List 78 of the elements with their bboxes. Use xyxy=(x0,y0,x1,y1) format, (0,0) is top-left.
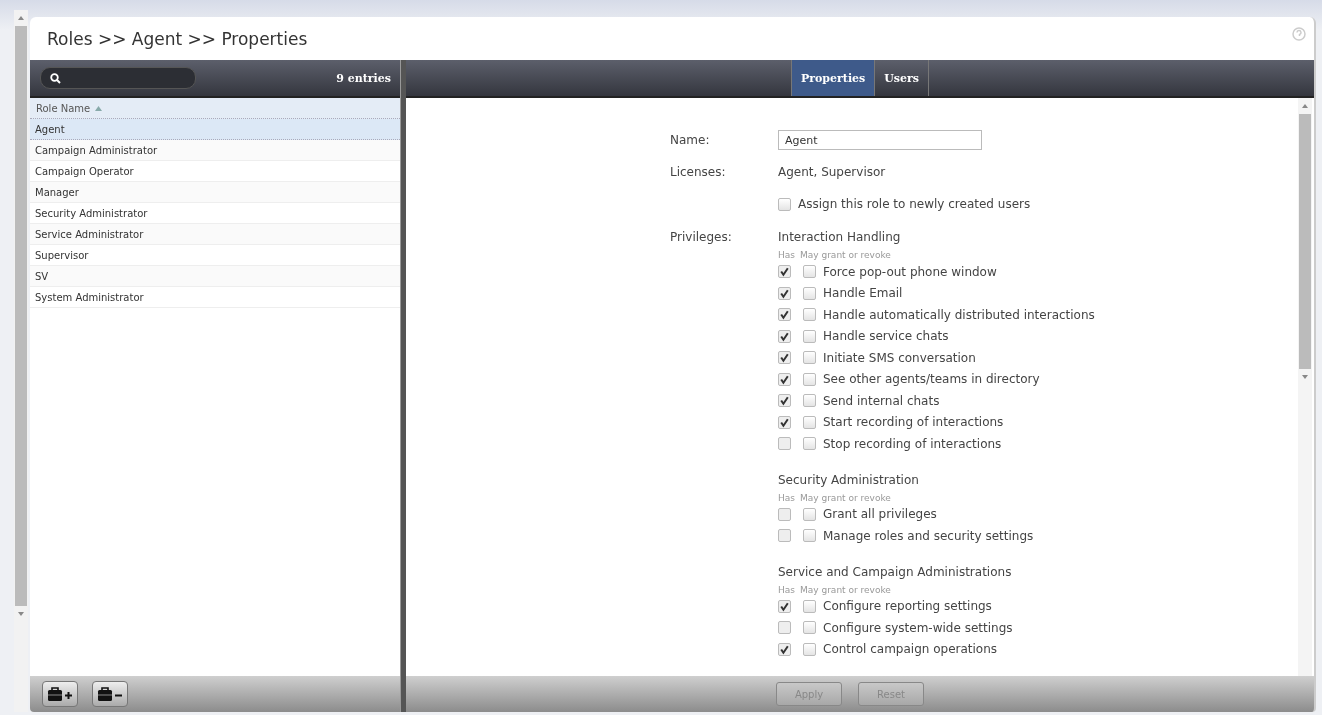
column-label: May grant or revoke xyxy=(800,250,891,260)
privilege-label: Initiate SMS conversation xyxy=(823,350,976,365)
field-label: Licenses: xyxy=(670,165,727,179)
column-header[interactable]: Role Name xyxy=(30,98,400,119)
grant-checkbox[interactable] xyxy=(803,599,816,613)
privilege-label: Configure system-wide settings xyxy=(823,620,1013,635)
help-icon[interactable] xyxy=(1292,27,1306,41)
privilege-label: Handle service chats xyxy=(823,329,949,344)
privilege-label: Force pop-out phone window xyxy=(823,264,997,279)
column-label: Has xyxy=(778,492,795,503)
has-checkbox[interactable] xyxy=(778,621,791,635)
grant-checkbox[interactable] xyxy=(803,372,816,386)
role-row[interactable]: SV xyxy=(30,266,400,287)
assign-checkbox[interactable] xyxy=(778,197,791,211)
column-label: May grant or revoke xyxy=(800,584,891,595)
has-checkbox[interactable] xyxy=(778,437,791,451)
privilege-label: Handle Email xyxy=(823,286,903,301)
privilege-label: Manage roles and security settings xyxy=(823,528,1034,543)
tab[interactable]: Users xyxy=(874,60,930,96)
field-label: Privileges: xyxy=(670,230,733,244)
role-row[interactable]: System Administrator xyxy=(30,287,400,308)
add-role-button[interactable] xyxy=(42,681,78,707)
grant-checkbox[interactable] xyxy=(803,529,816,543)
has-checkbox[interactable] xyxy=(778,351,791,365)
privilege-label: Handle automatically distributed interactions xyxy=(823,307,1095,322)
grant-checkbox[interactable] xyxy=(803,394,816,408)
has-checkbox[interactable] xyxy=(778,507,791,521)
checkbox-label: Assign this role to newly created users xyxy=(798,197,1031,211)
privilege-label: Control campaign operations xyxy=(823,642,998,657)
privilege-label: Send internal chats xyxy=(823,393,940,408)
grant-checkbox[interactable] xyxy=(803,415,816,429)
briefcase-plus-icon xyxy=(47,686,73,702)
remove-role-button[interactable] xyxy=(92,681,128,707)
has-checkbox[interactable] xyxy=(778,286,791,300)
has-checkbox[interactable] xyxy=(778,394,791,408)
privilege-label: See other agents/teams in directory xyxy=(823,372,1040,387)
has-checkbox[interactable] xyxy=(778,265,791,279)
has-checkbox[interactable] xyxy=(778,642,791,656)
group-title: Security Administration xyxy=(778,472,920,487)
has-checkbox[interactable] xyxy=(778,529,791,543)
has-checkbox[interactable] xyxy=(778,329,791,343)
has-checkbox[interactable] xyxy=(778,599,791,613)
role-row[interactable]: Service Administrator xyxy=(30,224,400,245)
grant-checkbox[interactable] xyxy=(803,621,816,635)
has-checkbox[interactable] xyxy=(778,415,791,429)
licenses-value: Agent, Supervisor xyxy=(778,165,886,179)
search-field[interactable] xyxy=(40,67,196,89)
column-label: May grant or revoke xyxy=(800,492,891,503)
column-label: Has xyxy=(778,584,795,595)
role-row[interactable]: Campaign Administrator xyxy=(30,140,400,161)
grant-checkbox[interactable] xyxy=(803,437,816,451)
has-checkbox[interactable] xyxy=(778,372,791,386)
grant-checkbox[interactable] xyxy=(803,308,816,322)
grant-checkbox[interactable] xyxy=(803,286,816,300)
search-icon xyxy=(50,72,61,84)
briefcase-minus-icon xyxy=(97,686,123,702)
grant-checkbox[interactable] xyxy=(803,642,816,656)
privilege-label: Configure reporting settings xyxy=(823,599,992,614)
column-label: Has xyxy=(778,250,795,260)
role-row[interactable]: Manager xyxy=(30,182,400,203)
privilege-label: Stop recording of interactions xyxy=(823,436,1002,451)
content-scrollbar[interactable] xyxy=(1298,98,1312,676)
breadcrumb-title: Roles >> Agent >> Properties xyxy=(47,28,308,49)
entries-count: 9 entries xyxy=(336,71,391,85)
page-scrollbar[interactable] xyxy=(14,10,28,712)
role-row[interactable]: Agent xyxy=(30,119,400,140)
privilege-label: Grant all privileges xyxy=(823,507,937,522)
grant-checkbox[interactable] xyxy=(803,329,816,343)
grant-checkbox[interactable] xyxy=(803,507,816,521)
field-label: Name: xyxy=(670,133,711,147)
grant-checkbox[interactable] xyxy=(803,351,816,365)
group-title: Service and Campaign Administrations xyxy=(778,564,1013,579)
name-input[interactable]: Agent xyxy=(778,130,982,150)
has-checkbox[interactable] xyxy=(778,308,791,322)
privilege-label: Start recording of interactions xyxy=(823,415,1004,430)
group-title: Interaction Handling xyxy=(778,230,902,244)
grant-checkbox[interactable] xyxy=(803,265,816,279)
tab[interactable]: Properties xyxy=(790,60,875,96)
